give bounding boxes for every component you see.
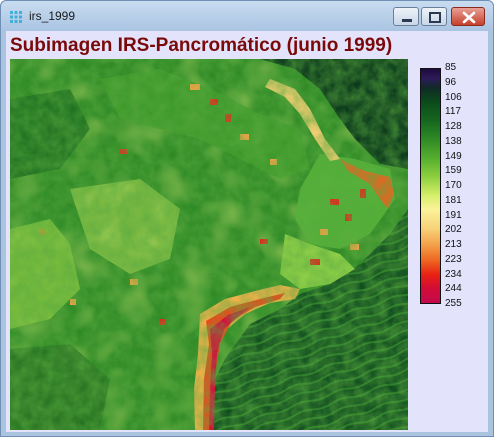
close-button[interactable]	[451, 7, 485, 26]
colorbar-tick-label: 96	[445, 76, 457, 88]
colorbar-tick-label: 106	[445, 91, 462, 103]
minimize-icon	[402, 19, 412, 22]
colorbar-tick-label: 213	[445, 239, 462, 250]
colorbar-tick-label: 117	[445, 106, 461, 118]
close-icon	[462, 11, 476, 24]
colorbar-tick-label: 255	[445, 298, 462, 309]
maximize-button[interactable]	[421, 7, 447, 26]
colorbar-tick-label: 244	[445, 283, 462, 295]
colorbar-tick-label: 202	[445, 224, 462, 236]
colorbar-tick-label: 191	[445, 209, 462, 221]
satellite-image	[10, 59, 408, 430]
figure-title: Subimagen IRS-Pancromático (junio 1999)	[10, 35, 393, 56]
app-grid-icon	[10, 11, 22, 23]
colorbar-tick-label: 234	[445, 268, 462, 280]
figure-client-area: Subimagen IRS-Pancromático (junio 1999)	[6, 31, 488, 432]
colorbar-tick-label: 149	[445, 150, 462, 162]
title-bar[interactable]: irs_1999	[1, 1, 493, 31]
window-title: irs_1999	[29, 9, 76, 23]
colorbar-tick-label: 181	[445, 194, 462, 206]
satellite-image-raster	[10, 59, 408, 430]
app-window: irs_1999 Subimagen IRS-Pancromático (jun…	[0, 0, 494, 437]
colorbar-labels: 85 96 106 117 128 138 149 159 170 181 191 202 213 223…	[445, 61, 485, 313]
colorbar-tick-label: 223	[445, 253, 462, 265]
maximize-icon	[429, 12, 441, 23]
colorbar	[420, 68, 441, 304]
minimize-button[interactable]	[393, 7, 419, 26]
colorbar-tick-label: 170	[445, 180, 462, 191]
colorbar-tick-label: 85	[445, 62, 457, 73]
colorbar-tick-label: 138	[445, 135, 462, 147]
colorbar-tick-label: 128	[445, 121, 462, 132]
colorbar-tick-label: 159	[445, 165, 462, 177]
